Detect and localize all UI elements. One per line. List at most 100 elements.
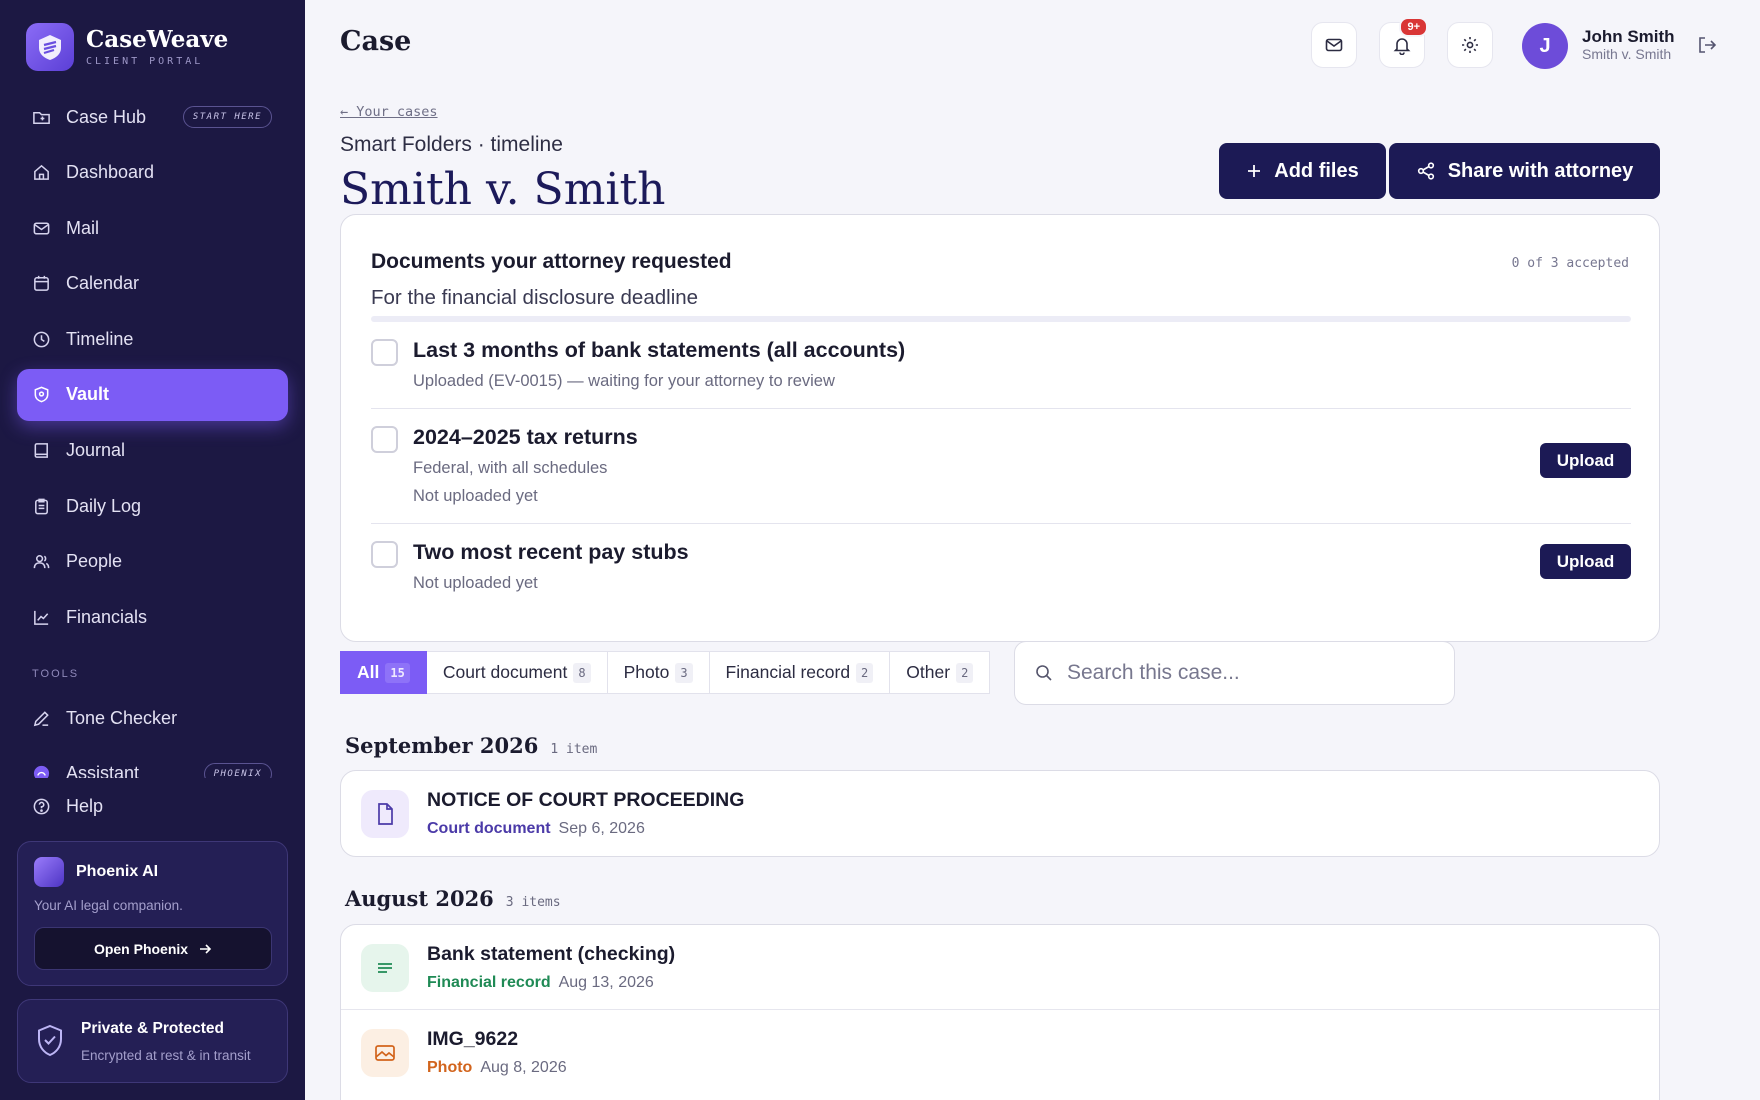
sidebar-item-label: Journal <box>66 440 126 461</box>
sidebar-item-label: Dashboard <box>66 162 155 183</box>
requested-progress-bar <box>371 316 1631 322</box>
sidebar-item-financials[interactable]: Financials <box>17 591 288 643</box>
phoenix-badge: PHOENIX <box>203 762 272 778</box>
sidebar-item-tone-checker[interactable]: Tone Checker <box>17 692 288 744</box>
add-files-label: Add files <box>1274 159 1359 182</box>
sidebar-item-vault[interactable]: Vault <box>17 368 288 421</box>
page-title: Case <box>340 26 412 57</box>
gear-icon <box>1462 37 1478 53</box>
logout-icon[interactable] <box>1696 34 1718 56</box>
document-title: IMG_9622 <box>427 1028 519 1050</box>
tab-court-document[interactable]: Court document 8 <box>426 651 608 694</box>
tab-financial-record[interactable]: Financial record 2 <box>709 651 891 694</box>
open-phoenix-label: Open Phoenix <box>93 940 189 957</box>
share-icon <box>1417 162 1434 180</box>
search-box <box>1014 641 1455 705</box>
upload-tax-returns-button[interactable]: Upload <box>1540 443 1631 478</box>
phoenix-subtitle: Your AI legal companion. <box>34 898 183 913</box>
sidebar-item-mail[interactable]: Mail <box>17 202 288 254</box>
tab-label: All <box>357 662 380 682</box>
request-status: Not uploaded yet <box>413 487 538 505</box>
brand[interactable]: CaseWeave CLIENT PORTAL <box>26 23 228 71</box>
help-icon <box>33 798 50 814</box>
bell-icon <box>1393 38 1411 55</box>
help-nav: Help <box>17 788 288 828</box>
sidebar-item-journal[interactable]: Journal <box>17 425 288 477</box>
tools-nav: Tone Checker Assistant PHOENIX <box>17 692 288 778</box>
request-checkbox[interactable] <box>371 541 398 568</box>
lines-icon <box>361 944 409 992</box>
clock-icon <box>33 331 50 348</box>
sidebar-item-case-hub[interactable]: Case Hub START HERE <box>17 91 288 143</box>
settings-button[interactable] <box>1447 22 1493 68</box>
shield-icon <box>34 387 49 403</box>
accepted-count: 0 of 3 accepted <box>1511 256 1629 271</box>
avatar[interactable]: J <box>1522 23 1568 69</box>
caseweave-logo-icon <box>26 23 74 71</box>
chart-icon <box>34 610 49 625</box>
sidebar-item-label: Daily Log <box>66 495 142 516</box>
sidebar-item-label: Tone Checker <box>66 707 178 728</box>
add-files-button[interactable]: Add files <box>1219 143 1386 199</box>
request-title: 2024–2025 tax returns <box>413 425 638 449</box>
tab-count: 2 <box>956 662 974 683</box>
month-item-count: 1 item <box>550 742 598 757</box>
sidebar-item-label: Case Hub <box>66 106 147 127</box>
tab-other[interactable]: Other 2 <box>890 651 991 694</box>
month-item-count: 3 items <box>505 895 561 910</box>
mail-icon <box>33 222 50 235</box>
month-group-header: September 2026 1 item <box>345 733 597 758</box>
privacy-card: Private & Protected Encrypted at rest & … <box>17 999 288 1083</box>
document-title: NOTICE OF COURT PROCEEDING <box>427 789 745 811</box>
tab-count: 2 <box>856 662 874 683</box>
sidebar-item-timeline[interactable]: Timeline <box>17 313 288 365</box>
document-icon <box>361 790 409 838</box>
privacy-title: Private & Protected <box>81 1020 224 1037</box>
share-with-attorney-button[interactable]: Share with attorney <box>1389 143 1660 199</box>
sidebar-item-assistant[interactable]: Assistant PHOENIX <box>17 748 288 778</box>
document-row[interactable]: IMG_9622 Photo Aug 8, 2026 <box>341 1010 1659 1095</box>
requested-title: Documents your attorney requested <box>371 250 732 273</box>
notifications-button[interactable]: 9+ <box>1379 17 1428 68</box>
assistant-clip: Assistant PHOENIX <box>17 748 288 778</box>
document-row[interactable]: NOTICE OF COURT PROCEEDING Court documen… <box>341 771 1659 856</box>
request-checkbox[interactable] <box>371 339 398 366</box>
clipboard-icon <box>35 498 48 515</box>
share-with-attorney-label: Share with attorney <box>1447 159 1634 182</box>
document-category: Photo <box>427 1059 473 1076</box>
phoenix-title: Phoenix AI <box>76 863 159 880</box>
brand-name: CaseWeave <box>86 26 229 53</box>
sidebar-item-calendar[interactable]: Calendar <box>17 258 288 310</box>
back-to-cases-link[interactable]: ← Your cases <box>340 104 438 120</box>
document-date: Aug 13, 2026 <box>558 974 654 991</box>
tab-label: Photo <box>623 662 670 682</box>
mail-icon <box>1325 38 1343 52</box>
tab-all[interactable]: All 15 <box>340 651 427 694</box>
sidebar-item-dashboard[interactable]: Dashboard <box>17 147 288 199</box>
tab-count: 8 <box>573 662 591 683</box>
privacy-subtitle: Encrypted at rest & in transit <box>81 1048 251 1063</box>
document-date: Aug 8, 2026 <box>480 1059 567 1076</box>
home-icon <box>34 164 49 181</box>
request-title: Last 3 months of bank statements (all ac… <box>413 338 906 362</box>
open-phoenix-button[interactable]: Open Phoenix <box>34 927 272 970</box>
document-row[interactable]: Bank statement (checking) Financial reco… <box>341 925 1659 1010</box>
user-case: Smith v. Smith <box>1582 46 1672 62</box>
sidebar-item-people[interactable]: People <box>17 536 288 588</box>
sidebar-item-help[interactable]: Help <box>17 788 288 824</box>
search-input[interactable] <box>1067 661 1447 685</box>
sidebar-item-daily-log[interactable]: Daily Log <box>17 480 288 532</box>
category-filter-tabs: All 15 Court document 8 Photo 3 Financial r… <box>340 651 991 694</box>
tab-photo[interactable]: Photo 3 <box>607 651 710 694</box>
shield-check-icon <box>38 1024 62 1057</box>
document-category: Court document <box>427 820 551 837</box>
user-name: John Smith <box>1582 27 1675 46</box>
mail-button[interactable] <box>1311 22 1357 68</box>
users-icon <box>33 555 50 569</box>
document-meta: Financial record Aug 13, 2026 <box>427 974 654 992</box>
document-category: Financial record <box>427 974 551 991</box>
tab-label: Court document <box>442 662 568 682</box>
plus-icon <box>1248 165 1261 177</box>
request-checkbox[interactable] <box>371 426 398 453</box>
upload-pay-stubs-button[interactable]: Upload <box>1540 544 1631 579</box>
